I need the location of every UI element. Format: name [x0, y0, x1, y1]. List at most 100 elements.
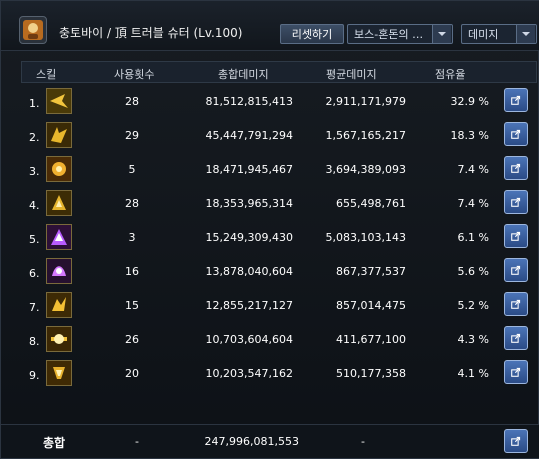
totals-average: - [361, 435, 365, 448]
window-header: 충토바이 / 頂 트러블 슈터 (Lv.100) 리셋하기 보스-혼돈의 오..… [1, 1, 539, 51]
row-uses: 5 [128, 163, 136, 176]
row-total-damage: 10,203,547,162 [205, 367, 293, 380]
row-total-damage: 15,249,309,430 [205, 231, 293, 244]
character-avatar-icon [23, 20, 43, 40]
export-icon [511, 163, 521, 173]
metric-select[interactable]: 데미지 [461, 24, 537, 44]
skill-icon [46, 326, 72, 352]
table-row: 1. 28 81,512,815,413 2,911,171,979 32.9 … [1, 85, 539, 118]
row-total-damage: 18,353,965,314 [205, 197, 293, 210]
row-rank: 9. [29, 369, 40, 382]
row-uses: 28 [125, 95, 139, 108]
row-share: 5.6 % [457, 265, 489, 278]
row-rank: 6. [29, 267, 40, 280]
table-row: 4. 28 18,353,965,314 655,498,761 7.4 % [1, 187, 539, 220]
table-row: 6. 16 13,878,040,604 867,377,537 5.6 % [1, 255, 539, 288]
row-rank: 8. [29, 335, 40, 348]
row-share: 4.3 % [457, 333, 489, 346]
row-share: 7.4 % [457, 163, 489, 176]
row-average-damage: 5,083,103,143 [325, 231, 406, 244]
export-button[interactable] [504, 88, 528, 112]
row-share: 4.1 % [457, 367, 489, 380]
row-rank: 7. [29, 301, 40, 314]
export-button[interactable] [504, 292, 528, 316]
row-average-damage: 655,498,761 [336, 197, 406, 210]
row-uses: 29 [125, 129, 139, 142]
row-uses: 20 [125, 367, 139, 380]
row-average-damage: 867,377,537 [336, 265, 406, 278]
column-header-skill: 스킬 [36, 68, 57, 81]
column-header-total-damage: 총합데미지 [218, 68, 269, 81]
totals-label: 총합 [43, 436, 66, 450]
row-share: 5.2 % [457, 299, 489, 312]
metric-select-value: 데미지 [468, 28, 499, 41]
reset-button[interactable]: 리셋하기 [280, 24, 344, 44]
table-header: 스킬 사용횟수 총합데미지 평균데미지 점유율 [21, 61, 537, 83]
export-button[interactable] [504, 156, 528, 180]
table-row: 5. 3 15,249,309,430 5,083,103,143 6.1 % [1, 221, 539, 254]
column-header-average-damage: 평균데미지 [326, 68, 377, 81]
export-button[interactable] [504, 258, 528, 282]
skill-icon [46, 360, 72, 386]
row-rank: 3. [29, 165, 40, 178]
export-button[interactable] [504, 429, 528, 453]
row-average-damage: 857,014,475 [336, 299, 406, 312]
row-share: 18.3 % [450, 129, 489, 142]
totals-uses: - [135, 435, 139, 448]
boss-select[interactable]: 보스-혼돈의 오... [347, 24, 453, 44]
row-total-damage: 18,471,945,467 [205, 163, 293, 176]
row-share: 7.4 % [457, 197, 489, 210]
export-icon [511, 265, 521, 275]
table-row: 2. 29 45,447,791,294 1,567,165,217 18.3 … [1, 119, 539, 152]
row-uses: 16 [125, 265, 139, 278]
row-uses: 26 [125, 333, 139, 346]
avatar [19, 16, 47, 44]
skill-icon [46, 122, 72, 148]
row-uses: 28 [125, 197, 139, 210]
export-button[interactable] [504, 122, 528, 146]
row-average-damage: 3,694,389,093 [325, 163, 406, 176]
skill-icon [46, 224, 72, 250]
export-icon [511, 333, 521, 343]
export-button[interactable] [504, 190, 528, 214]
skill-icon [46, 156, 72, 182]
skill-icon [46, 88, 72, 114]
row-average-damage: 1,567,165,217 [325, 129, 406, 142]
row-average-damage: 510,177,358 [336, 367, 406, 380]
row-average-damage: 411,677,100 [336, 333, 406, 346]
row-total-damage: 12,855,217,127 [205, 299, 293, 312]
row-uses: 3 [128, 231, 136, 244]
row-rank: 4. [29, 199, 40, 212]
row-rank: 5. [29, 233, 40, 246]
export-icon [511, 129, 521, 139]
chevron-down-icon [432, 25, 451, 43]
export-icon [511, 197, 521, 207]
row-uses: 15 [125, 299, 139, 312]
skill-icon [46, 292, 72, 318]
export-button[interactable] [504, 326, 528, 350]
export-button[interactable] [504, 360, 528, 384]
damage-meter-window: 충토바이 / 頂 트러블 슈터 (Lv.100) 리셋하기 보스-혼돈의 오..… [0, 0, 539, 459]
export-icon [511, 367, 521, 377]
column-header-uses: 사용횟수 [114, 68, 155, 81]
row-total-damage: 13,878,040,604 [205, 265, 293, 278]
row-rank: 1. [29, 97, 40, 110]
export-icon [511, 95, 521, 105]
export-button[interactable] [504, 224, 528, 248]
totals-row: 총합 - 247,996,081,553 - [1, 424, 539, 458]
row-share: 6.1 % [457, 231, 489, 244]
skill-icon [46, 258, 72, 284]
character-title: 충토바이 / 頂 트러블 슈터 (Lv.100) [59, 26, 243, 40]
table-row: 7. 15 12,855,217,127 857,014,475 5.2 % [1, 289, 539, 322]
boss-select-value: 보스-혼돈의 오... [354, 28, 432, 41]
skill-icon [46, 190, 72, 216]
row-rank: 2. [29, 131, 40, 144]
table-row: 3. 5 18,471,945,467 3,694,389,093 7.4 % [1, 153, 539, 186]
export-icon [511, 436, 521, 446]
table-row: 9. 20 10,203,547,162 510,177,358 4.1 % [1, 357, 539, 390]
export-icon [511, 299, 521, 309]
totals-damage: 247,996,081,553 [204, 435, 299, 448]
row-share: 32.9 % [450, 95, 489, 108]
table-row: 8. 26 10,703,604,604 411,677,100 4.3 % [1, 323, 539, 356]
chevron-down-icon [516, 25, 535, 43]
